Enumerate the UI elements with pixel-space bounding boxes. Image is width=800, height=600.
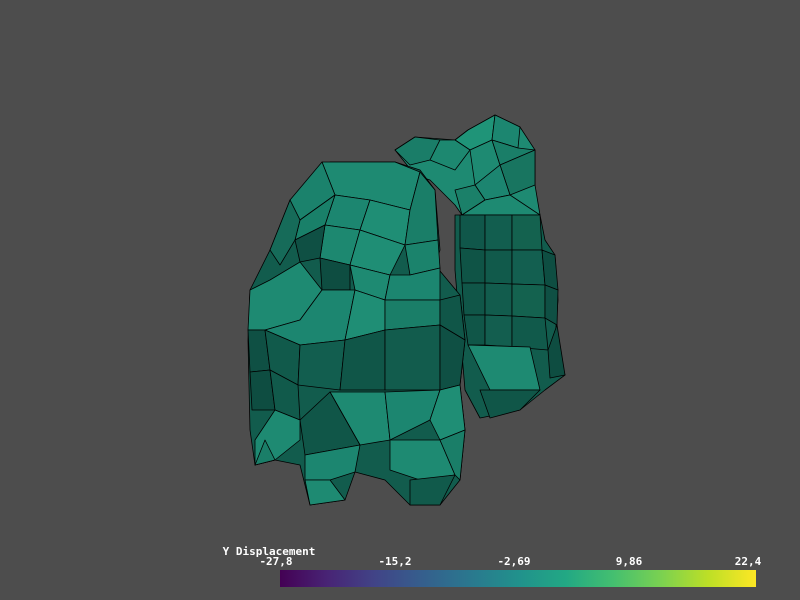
mesh-face	[484, 214, 513, 251]
mesh-face	[484, 282, 513, 317]
mesh-face	[463, 314, 486, 346]
scalar-bar-tick-label: 9,86	[615, 555, 643, 568]
mesh-face	[484, 314, 513, 348]
mesh-face	[511, 283, 546, 319]
scalar-bar-gradient	[280, 570, 756, 587]
mesh-face	[484, 249, 513, 285]
mesh-face	[511, 214, 543, 251]
mesh-render[interactable]	[0, 0, 800, 600]
mesh-face	[459, 214, 486, 251]
scalar-bar-tick-label: -15,2	[378, 555, 412, 568]
mesh-face	[384, 324, 441, 391]
mesh-face	[544, 284, 559, 326]
scalar-bar-tick-label: 22,4	[734, 555, 762, 568]
deformed-mesh	[247, 114, 566, 506]
mesh-face	[459, 247, 486, 284]
mesh-face	[461, 282, 486, 316]
mesh-face	[297, 339, 346, 391]
mesh-face	[511, 249, 546, 286]
scalar-bar-tick-label: -2,69	[497, 555, 531, 568]
mesh-face	[479, 389, 541, 419]
render-viewport[interactable]: Y Displacement -27,8 -15,2 -2,69 9,86 22…	[0, 0, 800, 600]
mesh-face	[511, 315, 549, 351]
scalar-bar-tick-label: -27,8	[259, 555, 293, 568]
